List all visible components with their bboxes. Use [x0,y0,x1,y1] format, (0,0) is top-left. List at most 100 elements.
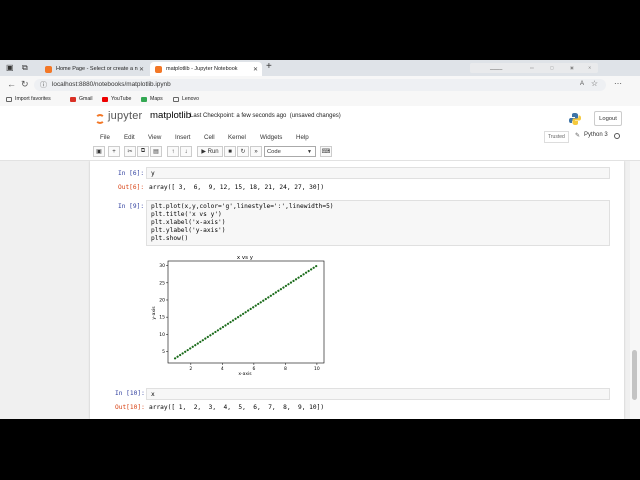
scissors-icon: ✂ [127,149,133,155]
window-maximize-icon[interactable]: ▢ [550,65,554,70]
back-icon[interactable]: ← [7,79,16,89]
x-tick-label: 2 [189,366,192,372]
window-minimize-icon[interactable]: ▭ [530,65,534,70]
input-prompt: In [9]: [118,203,145,210]
input-prompt: In [10]: [115,390,145,397]
tab-title: matplotlib - Jupyter Notebook [166,66,238,72]
x-tick-label: 4 [221,366,224,372]
y-tick-label: 15 [159,315,165,321]
plot-output: x vs y 2 4 6 8 10 5 10 15 20 25 30 x-axis y-axis [151,255,325,377]
code-cell-input[interactable]: x [146,388,610,400]
site-info-icon[interactable]: ⓘ [40,80,47,90]
close-tab-icon[interactable]: ✕ [139,66,144,73]
cell-type-select[interactable]: Code ▼ [264,146,316,157]
notebook-name[interactable]: matplotlib [150,110,191,121]
y-tick-label: 10 [159,332,165,338]
tab-actions-icon[interactable]: ⧉ [22,63,28,73]
cut-button[interactable]: ✂ [124,146,136,157]
copy-icon: ⧉ [140,148,146,154]
save-button[interactable]: ▣ [93,146,105,157]
code-line: y [151,170,155,177]
menu-kernel[interactable]: Kernel [228,134,246,141]
refresh-icon[interactable]: ↻ [21,79,29,90]
scrollbar-thumb[interactable] [632,350,637,400]
browser-window: ▣ ⧉ Home Page - Select or create a n ✕ m… [0,60,640,419]
more-options-icon[interactable]: ⋯ [614,79,622,88]
menu-edit[interactable]: Edit [124,134,135,141]
notebook-toolbar: ▣ + ✂ ⧉ ▤ ↑ ↓ ▶ Run ■ ↻ » Code ▼ ⌨ [93,146,633,158]
close-tab-icon[interactable]: ✕ [253,66,258,73]
menu-cell[interactable]: Cell [204,134,215,141]
y-tick-label: 25 [159,280,165,286]
gmail-icon [70,96,76,102]
code-line: plt.ylabel('y-axis') [151,227,226,234]
favorite-star-icon[interactable]: ☆ [591,79,598,88]
restart-run-all-button[interactable]: » [250,146,262,157]
bookmark-label: Lenovo [182,96,200,102]
paste-icon: ▤ [153,149,159,155]
move-up-button[interactable]: ↑ [167,146,179,157]
bookmark-gmail[interactable]: Gmail [70,96,93,102]
cell-output-text: array([ 1, 2, 3, 4, 5, 6, 7, 8, 9, 10]) [149,404,325,411]
new-tab-button[interactable]: + [266,61,272,72]
bookmark-youtube[interactable]: YouTube [102,96,131,102]
keyboard-icon: ⌨ [321,149,331,155]
cell-type-value: Code [267,148,281,155]
last-checkpoint-text: Last Checkpoint: a few seconds ago [190,113,287,119]
insert-cell-button[interactable]: + [108,146,120,157]
stop-icon: ■ [228,148,232,155]
cell-output-text: array([ 3, 6, 9, 12, 15, 18, 21, 24, 27,… [149,184,325,191]
y-axis-label: y-axis [151,306,157,320]
read-aloud-icon[interactable]: A [580,81,584,87]
restart-button[interactable]: ↻ [237,146,249,157]
menu-widgets[interactable]: Widgets [260,134,282,141]
command-palette-button[interactable]: ⌨ [320,146,332,157]
url-text: localhost:8880/notebooks/matplotlib.ipyn… [52,81,171,88]
input-prompt: In [6]: [118,170,145,177]
y-tick-label: 20 [159,297,165,303]
menu-insert[interactable]: Insert [175,134,190,141]
copy-button[interactable]: ⧉ [137,146,149,157]
run-button[interactable]: ▶ Run [197,146,223,157]
code-line: x [151,391,155,398]
jupyter-favicon-icon [45,65,52,73]
menu-help[interactable]: Help [296,134,309,141]
code-line: plt.title('x vs y') [151,211,222,218]
arrow-down-icon: ↓ [184,148,188,155]
bookmark-lenovo[interactable]: Lenovo [173,96,199,102]
workspaces-icon[interactable]: ▣ [6,63,14,72]
move-down-button[interactable]: ↓ [180,146,192,157]
menu-file[interactable]: File [100,134,110,141]
chevron-down-icon: ▼ [307,148,312,155]
menu-view[interactable]: View [148,134,161,141]
tab-strip: ▣ ⧉ Home Page - Select or create a n ✕ m… [0,60,640,76]
chart-title: x vs y [237,255,254,261]
x-axis-label: x-axis [238,371,252,377]
window-restore-icon[interactable]: ▣ [570,65,574,70]
arrow-up-icon: ↑ [171,148,175,155]
tab-home-page[interactable]: Home Page - Select or create a n ✕ [40,62,148,76]
tab-matplotlib[interactable]: matplotlib - Jupyter Notebook ✕ [150,62,262,76]
interrupt-button[interactable]: ■ [224,146,236,157]
window-controls: ▁▁▁▁ ▭ ▢ ▣ ✕ [470,63,598,73]
code-cell-input[interactable]: plt.plot(x,y,color='g',linestyle=':',lin… [146,200,610,246]
run-label: Run [207,148,219,155]
logout-button[interactable]: Logout [594,111,622,126]
unsaved-changes-text: (unsaved changes) [289,113,341,119]
url-field[interactable]: ⓘ localhost:8880/notebooks/matplotlib.ip… [34,79,606,91]
paste-button[interactable]: ▤ [150,146,162,157]
output-prompt: Out[10]: [115,404,145,411]
code-cell-input[interactable]: y [146,167,610,179]
kernel-name[interactable]: Python 3 [584,132,608,138]
bookmark-import-favorites[interactable]: Import favorites [6,96,51,102]
notebook-page: In [6]: y Out[6]: array([ 3, 6, 9, 12, 1… [90,161,624,419]
bookmark-maps[interactable]: Maps [141,96,163,102]
bookmark-label: Import favorites [15,96,51,102]
plus-icon: + [112,148,116,155]
trusted-indicator[interactable]: Trusted [544,131,569,143]
x-tick-label: 10 [314,366,320,372]
language-indicator: ▁▁▁▁ [490,65,503,70]
maps-icon [141,96,147,102]
restart-icon: ↻ [240,149,246,155]
window-close-icon[interactable]: ✕ [588,65,591,70]
